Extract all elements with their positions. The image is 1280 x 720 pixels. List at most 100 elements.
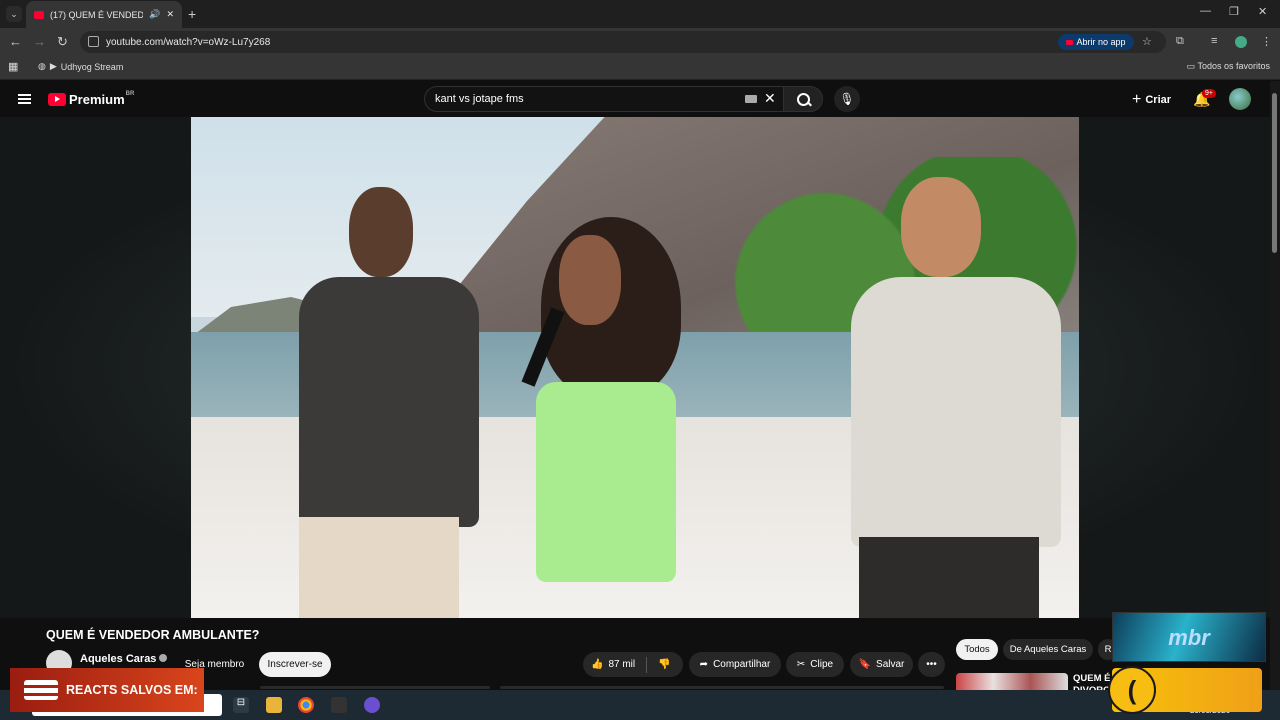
new-tab-button[interactable]: + (188, 6, 196, 22)
thumbs-up-icon[interactable]: 👍 (591, 659, 603, 670)
avatar[interactable] (1229, 88, 1251, 110)
like-count[interactable]: 87 mil (608, 659, 635, 670)
rec-title-line1: QUEM É (1073, 673, 1111, 684)
save-label: Salvar (876, 659, 905, 670)
share-button[interactable]: ➦ Compartilhar (689, 652, 781, 677)
minimize-icon[interactable]: — (1200, 5, 1211, 17)
stream-overlay-banner: REACTS SALVOS EM: (10, 668, 204, 712)
person-center-head (559, 235, 621, 325)
plus-icon: + (1132, 91, 1142, 108)
discord-icon[interactable] (364, 697, 380, 713)
address-bar[interactable]: youtube.com/watch?v=oWz-Lu7y268 (80, 31, 1166, 53)
task-view-icon[interactable]: ⊟ (233, 697, 249, 713)
microphone-icon[interactable]: 🎙 (834, 86, 860, 112)
scrollbar-thumb[interactable] (1272, 93, 1277, 253)
clip-label: Clipe (810, 659, 834, 670)
tab-search-button[interactable]: ⌄ (6, 6, 22, 22)
media-icon[interactable]: ≡ (1211, 35, 1217, 47)
more-icon: ••• (926, 659, 937, 670)
clear-search-icon[interactable]: ✕ (764, 90, 776, 107)
logo-region: BR (125, 90, 135, 97)
search-value: kant vs jotape fms (435, 93, 524, 105)
open-in-app-button[interactable]: Abrir no app (1058, 34, 1134, 50)
stream-overlay-widget: ( (1108, 666, 1262, 714)
apps-grid-icon[interactable]: ▦ (8, 60, 18, 73)
browser-tab[interactable]: (17) QUEM É VENDEDOR AMBULANTE? 🔊 ✕ (26, 1, 182, 28)
window-close-icon[interactable]: ✕ (1258, 5, 1267, 18)
open-in-app-label: Abrir no app (1076, 37, 1126, 47)
speaker-icon[interactable]: 🔊 (149, 9, 160, 20)
like-dislike-group: 👍 87 mil 👎 (583, 652, 683, 677)
search-button[interactable] (783, 86, 823, 112)
menu-icon[interactable]: ⋮ (1261, 35, 1272, 48)
chip-de-aqueles-caras[interactable]: De Aqueles Caras (1003, 639, 1093, 660)
star-icon[interactable]: ☆ (1142, 35, 1152, 48)
person-right-shirt (851, 277, 1061, 547)
like-separator (646, 656, 648, 673)
file-explorer-icon[interactable] (266, 697, 282, 713)
channel-name[interactable]: Aqueles Caras (80, 653, 168, 665)
widget-emblem-icon: ( (1108, 666, 1156, 714)
logo-text: Premium (69, 92, 125, 107)
tab-close-icon[interactable]: ✕ (166, 9, 174, 20)
channel-name-text: Aqueles Caras (80, 653, 157, 665)
notification-badge: 9+ (1202, 89, 1216, 98)
overlay-thumbnail[interactable]: mbr (1112, 612, 1266, 662)
chip-label: R (1104, 644, 1112, 655)
browser-tabstrip: ⌄ (17) QUEM É VENDEDOR AMBULANTE? 🔊 ✕ + … (0, 0, 1280, 28)
chip-label: Todos (964, 644, 990, 655)
bookmark-icon: 🔖 (858, 659, 872, 670)
all-bookmarks-label: Todos os favoritos (1197, 61, 1270, 71)
keyboard-icon[interactable] (745, 95, 757, 103)
video-player[interactable] (191, 117, 1079, 618)
youtube-icon (1066, 39, 1074, 45)
hamburger-menu-icon[interactable] (18, 94, 31, 104)
person-right-pants (859, 537, 1039, 618)
bookmark-label: Udhyog Stream (60, 61, 124, 72)
verified-icon (159, 654, 168, 662)
url-text: youtube.com/watch?v=oWz-Lu7y268 (106, 36, 271, 48)
subscribe-button[interactable]: Inscrever-se (259, 652, 331, 677)
bookmark-item[interactable]: ◍ ▶ Udhyog Stream (38, 61, 123, 72)
create-button[interactable]: + Criar (1132, 91, 1171, 109)
page-scrollbar[interactable] (1270, 81, 1280, 691)
site-info-icon[interactable] (88, 36, 99, 47)
subscribe-label: Inscrever-se (267, 659, 323, 670)
youtube-logo[interactable]: Premium BR (48, 90, 135, 107)
all-bookmarks[interactable]: ▭ Todos os favoritos (1187, 61, 1270, 72)
more-actions-button[interactable]: ••• (918, 652, 945, 677)
share-label: Compartilhar (713, 659, 771, 670)
app-icon[interactable] (331, 697, 347, 713)
chrome-icon[interactable] (298, 697, 314, 713)
video-title: QUEM É VENDEDOR AMBULANTE? (46, 628, 260, 642)
youtube-header: Premium BR kant vs jotape fms ✕ 🎙 + Cria… (0, 81, 1280, 117)
globe-icon: ◍ (38, 61, 46, 71)
profile-icon[interactable] (1235, 36, 1247, 48)
description-strip (500, 686, 944, 689)
person-center-outfit (536, 382, 676, 582)
back-icon[interactable]: ← (9, 34, 22, 49)
folder-icon: ▭ (1186, 61, 1196, 71)
youtube-play-icon (48, 93, 66, 106)
person-left-shorts (299, 517, 459, 618)
reload-icon[interactable]: ↻ (57, 34, 68, 50)
person-right-head (901, 177, 981, 277)
restore-icon[interactable]: ❐ (1229, 5, 1239, 18)
extensions-icon[interactable]: ⧉ (1176, 35, 1184, 48)
tab-title: (17) QUEM É VENDEDOR AMBULANTE? (50, 9, 144, 20)
share-icon: ➦ (699, 659, 709, 670)
scissors-icon: ✂ (796, 659, 806, 670)
youtube-favicon-icon (34, 10, 44, 19)
create-label: Criar (1145, 94, 1172, 106)
forward-icon[interactable]: → (33, 34, 46, 49)
person-left-head (349, 187, 413, 277)
stripes-icon (24, 680, 58, 700)
save-button[interactable]: 🔖 Salvar (850, 652, 913, 677)
chip-todos[interactable]: Todos (956, 639, 998, 660)
comment-strip (260, 686, 490, 689)
play-icon: ▶ (49, 61, 57, 71)
person-left-shirt (299, 277, 479, 527)
clip-button[interactable]: ✂ Clipe (786, 652, 844, 677)
search-input[interactable]: kant vs jotape fms (424, 86, 784, 112)
thumbs-down-icon[interactable]: 👎 (658, 659, 670, 670)
